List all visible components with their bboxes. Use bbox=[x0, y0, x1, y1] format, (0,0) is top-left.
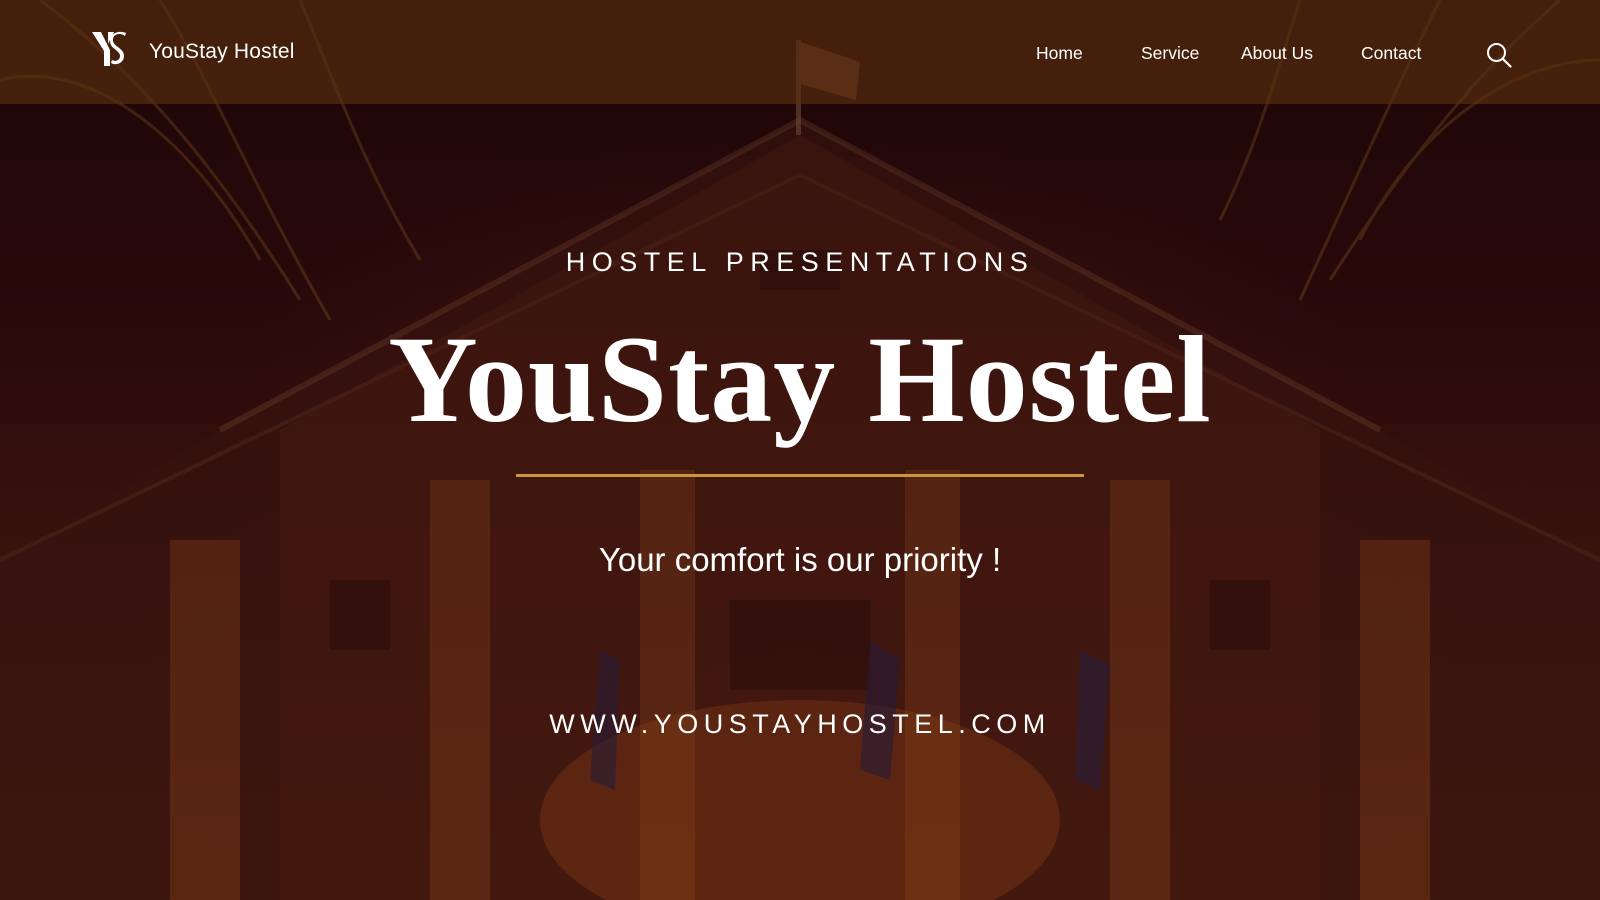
nav-service[interactable]: Service bbox=[1141, 43, 1199, 64]
top-nav-bar: YouStay Hostel Home Service About Us Con… bbox=[0, 0, 1600, 104]
hero-tagline: Your comfort is our priority ! bbox=[598, 541, 1002, 578]
nav-about-us[interactable]: About Us bbox=[1241, 43, 1313, 64]
brand-name[interactable]: YouStay Hostel bbox=[149, 40, 295, 64]
search-icon[interactable] bbox=[1486, 42, 1512, 68]
website-url[interactable]: WWW.YOUSTAYHOSTEL.COM bbox=[0, 709, 1600, 740]
nav-home[interactable]: Home bbox=[1036, 43, 1083, 64]
hero-background-image bbox=[0, 0, 1600, 900]
ys-monogram-logo-icon[interactable] bbox=[90, 30, 130, 70]
dark-tint-overlay bbox=[0, 0, 1600, 900]
hero-title: YouStay Hostel bbox=[388, 311, 1212, 448]
nav-contact[interactable]: Contact bbox=[1361, 43, 1421, 64]
title-underline-divider bbox=[516, 474, 1084, 477]
hero-eyebrow: HOSTEL PRESENTATIONS bbox=[565, 247, 1035, 277]
